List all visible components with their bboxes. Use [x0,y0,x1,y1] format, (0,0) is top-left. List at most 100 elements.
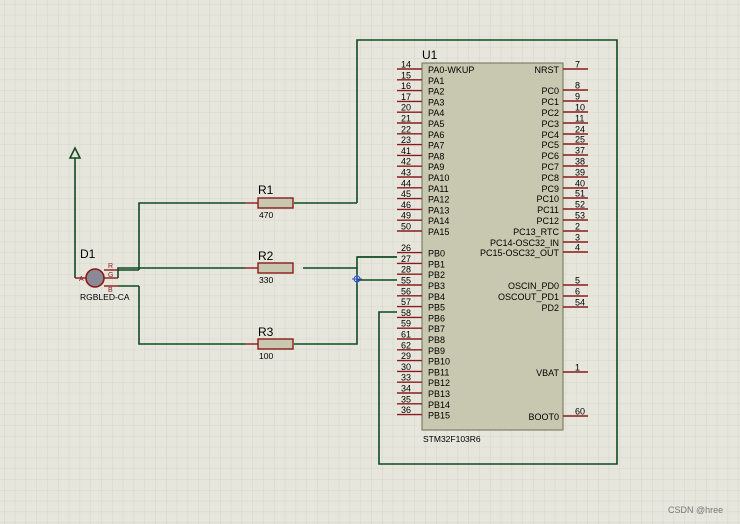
pin-name: PB0 [428,249,445,259]
pin-name: PC4 [541,130,559,140]
pin-number: 52 [575,200,585,210]
pin-number: 51 [575,189,585,199]
resistor-r1-ref: R1 [258,183,274,197]
pin-name: PC13_RTC [513,227,559,237]
pin-name: PB7 [428,324,445,334]
pin-number: 17 [401,92,411,102]
pin-number: 26 [401,243,411,253]
pin-name: PA4 [428,108,444,118]
pin-name: PB6 [428,313,445,323]
pin-number: 35 [401,394,411,404]
pin-number: 25 [575,135,585,145]
pin-number: 58 [401,308,411,318]
led-part: RGBLED-CA [80,292,130,302]
pin-number: 60 [575,407,585,417]
pin-name: PA1 [428,76,444,86]
pin-number: 14 [401,60,411,70]
pin-number: 42 [401,157,411,167]
pin-number: 36 [401,405,411,415]
pin-number: 22 [401,124,411,134]
pin-number: 3 [575,233,580,243]
pin-name: PB12 [428,378,450,388]
pin-number: 45 [401,189,411,199]
pin-name: PA3 [428,97,444,107]
schematic-canvas[interactable]: U1 STM32F103R6 14PA0-WKUP15PA116PA217PA3… [0,0,740,524]
pin-number: 24 [575,125,585,135]
pin-name: PC9 [541,184,559,194]
pin-number: 53 [575,211,585,221]
pin-name: PA9 [428,162,444,172]
pin-name: OSCOUT_PD1 [498,292,559,302]
pin-name: PC5 [541,140,559,150]
led-pin-g: G [108,272,113,279]
pin-number: 1 [575,363,580,373]
pin-number: 61 [401,330,411,340]
resistor-r3-value: 100 [259,351,273,361]
pin-number: 30 [401,362,411,372]
resistor-r2-body [257,262,294,274]
pin-name: PC8 [541,173,559,183]
pin-number: 40 [575,179,585,189]
pin-name: VBAT [536,368,559,378]
pin-number: 2 [575,222,580,232]
pin-name: PC14-OSC32_IN [490,238,559,248]
pin-name: PA15 [428,227,449,237]
pin-name: PB5 [428,303,445,313]
pin-number: 15 [401,70,411,80]
pin-name: PB3 [428,281,445,291]
pin-name: PB2 [428,270,445,280]
pin-number: 33 [401,373,411,383]
led-pin-a: A [79,276,84,283]
led-pin-r: R [108,263,113,270]
pin-name: PC11 [537,205,559,215]
resistor-r2-value: 330 [259,275,273,285]
pin-number: 49 [401,211,411,221]
pin-name: PC6 [541,151,559,161]
pin-number: 10 [575,103,585,113]
pin-name: OSCIN_PD0 [508,281,559,291]
pin-name: PB15 [428,411,450,421]
pin-name: BOOT0 [528,412,559,422]
pin-number: 5 [575,276,580,286]
watermark: CSDN @hree [668,505,723,515]
pin-name: PD2 [541,303,559,313]
pin-name: PA0-WKUP [428,65,474,75]
mcu-u1[interactable]: U1 STM32F103R6 14PA0-WKUP15PA116PA217PA3… [397,48,588,444]
pin-number: 54 [575,298,585,308]
pin-name: PC10 [536,194,559,204]
pin-number: 28 [401,265,411,275]
pin-name: PB8 [428,335,445,345]
mcu-part: STM32F103R6 [423,434,481,444]
pin-name: PB4 [428,292,445,302]
pin-name: PC1 [541,97,559,107]
resistor-r1-value: 470 [259,210,273,220]
pin-number: 9 [575,92,580,102]
pin-number: 43 [401,168,411,178]
pin-name: PB1 [428,259,445,269]
pin-number: 46 [401,200,411,210]
pin-number: 7 [575,60,580,70]
pin-number: 16 [401,81,411,91]
led-body [85,268,105,288]
pin-name: PA10 [428,173,449,183]
pin-number: 59 [401,319,411,329]
pin-name: PA12 [428,195,449,205]
pin-name: PC0 [541,86,559,96]
pin-name: PC3 [541,119,559,129]
pin-name: PC12 [536,216,559,226]
pin-number: 44 [401,178,411,188]
pin-name: PA5 [428,119,444,129]
pin-number: 23 [401,135,411,145]
pin-number: 50 [401,222,411,232]
resistor-r1-body [257,197,294,209]
grid-background [0,0,740,524]
pin-number: 62 [401,340,411,350]
pin-name: PC7 [541,162,559,172]
pin-number: 57 [401,297,411,307]
led-ref: D1 [80,247,96,261]
resistor-r3-body [257,338,294,350]
pin-name: PB10 [428,357,450,367]
pin-name: PB9 [428,346,445,356]
pin-number: 8 [575,81,580,91]
led-pin-b: B [108,287,113,294]
